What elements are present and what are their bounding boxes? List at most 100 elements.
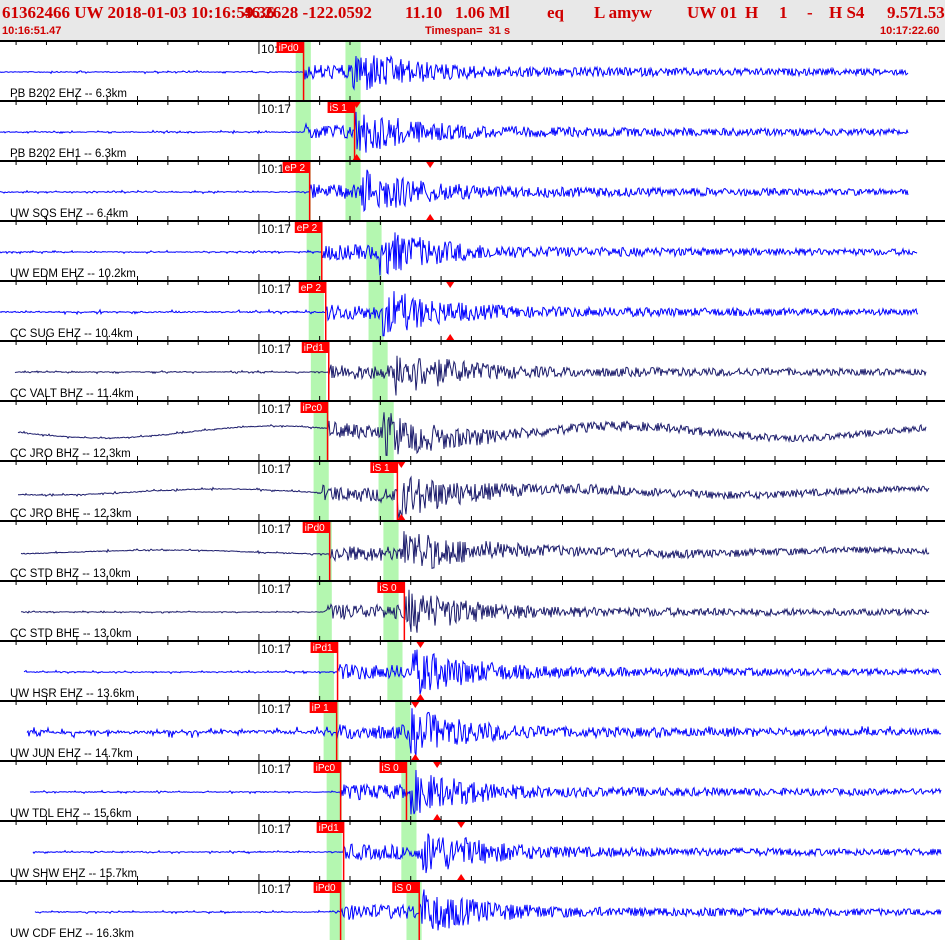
channel-label: UW TDL EHZ -- 15.6km xyxy=(10,808,131,820)
channel-label: UW JUN EHZ -- 14.7km xyxy=(10,748,133,760)
trace-row: 10:17 eP 2 UW EDM EHZ -- 10.2km xyxy=(0,214,945,280)
waveform xyxy=(0,232,918,276)
minute-label: 10:17 xyxy=(261,582,291,596)
trace-row: 10:17 iS 1 PB B202 EH1 -- 6.3km xyxy=(0,94,945,160)
trace-row: 10:17eP 2UW SQS EHZ -- 6.4km xyxy=(0,154,945,220)
event-type: eq xyxy=(547,3,564,22)
event-id-time: 61362466 UW 2018-01-03 10:16:59.36 xyxy=(2,3,275,22)
pick-label: iPd1 xyxy=(319,823,339,834)
amplitude-marker-top-icon xyxy=(433,762,442,768)
predicted-arrival-band xyxy=(383,520,399,580)
minute-label: 10:17 xyxy=(261,282,291,296)
predicted-arrival-band xyxy=(316,580,332,640)
channel-label: CC STD BHE -- 13.0km xyxy=(10,628,131,640)
amplitude-marker-top-icon xyxy=(411,702,420,708)
pick-label: iS 1 xyxy=(372,463,390,474)
amplitude-marker-bottom-icon xyxy=(446,334,455,340)
minute-label: 10:17 xyxy=(261,102,291,116)
trace-row: 10:17 iS 0 CC STD BHE -- 13.0km xyxy=(0,574,945,640)
minute-label: 10:17 xyxy=(261,762,291,776)
waveform xyxy=(34,889,942,931)
channel-label: CC SUG EHZ -- 10.4km xyxy=(10,328,133,340)
event-field-hs4: H S4 xyxy=(829,3,865,22)
minute-label: 10:17 xyxy=(261,522,291,536)
event-analyst: L amyw xyxy=(594,3,653,22)
pick-label: iPd0 xyxy=(279,43,299,54)
pick-label: iPc0 xyxy=(303,403,323,414)
amplitude-marker-top-icon xyxy=(397,462,406,468)
pick-label: iPd0 xyxy=(305,523,325,534)
pick-label: iPc0 xyxy=(316,763,336,774)
minute-label: 10:17 xyxy=(261,342,291,356)
waveform xyxy=(0,169,909,213)
end-time: 10:17:22.60 xyxy=(880,25,940,37)
channel-label: PB B202 EH1 -- 6.3km xyxy=(10,148,126,160)
event-field-h: H xyxy=(745,3,759,22)
pick-label: iPd1 xyxy=(304,343,324,354)
waveform xyxy=(0,54,909,91)
trace-row: 10:17 iPd1 UW HSR EHZ -- 13.6km xyxy=(0,634,945,700)
channel-label: UW HSR EHZ -- 13.6km xyxy=(10,688,135,700)
waveform xyxy=(0,111,909,153)
trace-row: 10:17 iPc0 CC JRO BHZ -- 12.3km xyxy=(0,394,945,460)
pick-label: eP 2 xyxy=(297,223,318,234)
start-time: 10:16:51.47 xyxy=(2,25,62,37)
trace-row: 10:17iPd0PB B202 EHZ -- 6.3km xyxy=(0,40,945,100)
trace-row: 10:17 iPd0 CC STD BHZ -- 13.0km xyxy=(0,514,945,580)
minute-label: 10:17 xyxy=(261,702,291,716)
pick-label: iS 0 xyxy=(381,763,399,774)
channel-label: CC JRO BHZ -- 12.3km xyxy=(10,448,131,460)
amplitude-marker-bottom-icon xyxy=(426,214,435,220)
minute-label: 10:17 xyxy=(261,462,291,476)
minute-label: 10:17 xyxy=(261,402,291,416)
trace-row: 10:17 iPd1 CC VALT BHZ -- 11.4km xyxy=(0,334,945,400)
minute-label: 10:17 xyxy=(261,642,291,656)
trace-panel[interactable]: 10:17 iPd0 PB B202 EHZ -- 6.3km 10:17 iS 1 PB… xyxy=(0,40,945,940)
trace-row: 10:17 iS 1 CC JRO BHE -- 12.3km xyxy=(0,454,945,520)
pick-label: iS 1 xyxy=(330,103,348,114)
seismogram-viewer: 61362466 UW 2018-01-03 10:16:59.36 46.26… xyxy=(0,0,945,940)
event-field-rms: 9.57 xyxy=(887,3,917,22)
waveform xyxy=(20,589,930,633)
channel-label: CC VALT BHZ -- 11.4km xyxy=(10,388,134,400)
amplitude-marker-top-icon xyxy=(446,282,455,288)
pick-label: iP 1 xyxy=(312,703,329,714)
channel-label: UW EDM EHZ -- 10.2km xyxy=(10,268,136,280)
amplitude-marker-bottom-icon xyxy=(433,814,442,820)
waveform xyxy=(18,475,930,520)
amplitude-marker-top-icon xyxy=(416,642,425,648)
amplitude-marker-bottom-icon xyxy=(416,694,425,700)
pick-label: eP 2 xyxy=(285,163,306,174)
pick-label: iS 0 xyxy=(379,583,397,594)
event-depth: 11.10 xyxy=(405,3,443,22)
channel-label: PB B202 EHZ -- 6.3km xyxy=(10,88,127,100)
waveform xyxy=(14,355,927,396)
trace-row: 10:17 iP 1 UW JUN EHZ -- 14.7km xyxy=(0,694,945,760)
event-magnitude: 1.06 Ml xyxy=(455,3,510,22)
amplitude-marker-top-icon xyxy=(457,822,466,828)
minute-label: 10:17 xyxy=(261,222,291,236)
event-header: 61362466 UW 2018-01-03 10:16:59.36 46.26… xyxy=(0,0,945,40)
predicted-arrival-band xyxy=(313,460,329,520)
timespan: Timespan= 31 s xyxy=(425,25,511,37)
waveform xyxy=(32,833,942,874)
event-field-gap: 1.53 xyxy=(915,3,945,22)
waveform xyxy=(26,708,942,757)
channel-label: CC JRO BHE -- 12.3km xyxy=(10,508,131,520)
waveform xyxy=(23,649,942,695)
pick-label: eP 2 xyxy=(301,283,322,294)
pick-label: iPd1 xyxy=(313,643,333,654)
trace-row: 10:17 eP 2 CC SUG EHZ -- 10.4km xyxy=(0,274,945,340)
channel-label: UW SHW EHZ -- 15.7km xyxy=(10,868,137,880)
trace-row: 10:17 iPc0 iS 0 UW TDL EHZ -- 15.6km xyxy=(0,754,945,820)
amplitude-marker-top-icon xyxy=(426,162,435,168)
channel-label: UW SQS EHZ -- 6.4km xyxy=(10,208,128,220)
waveform xyxy=(17,412,927,456)
waveform xyxy=(29,769,942,815)
minute-label: 10:17 xyxy=(261,882,291,896)
minute-label: 10:17 xyxy=(261,822,291,836)
amplitude-marker-bottom-icon xyxy=(411,754,420,760)
pick-label: iS 0 xyxy=(394,883,412,894)
pick-label: iPd0 xyxy=(316,883,336,894)
waveform xyxy=(20,531,930,569)
